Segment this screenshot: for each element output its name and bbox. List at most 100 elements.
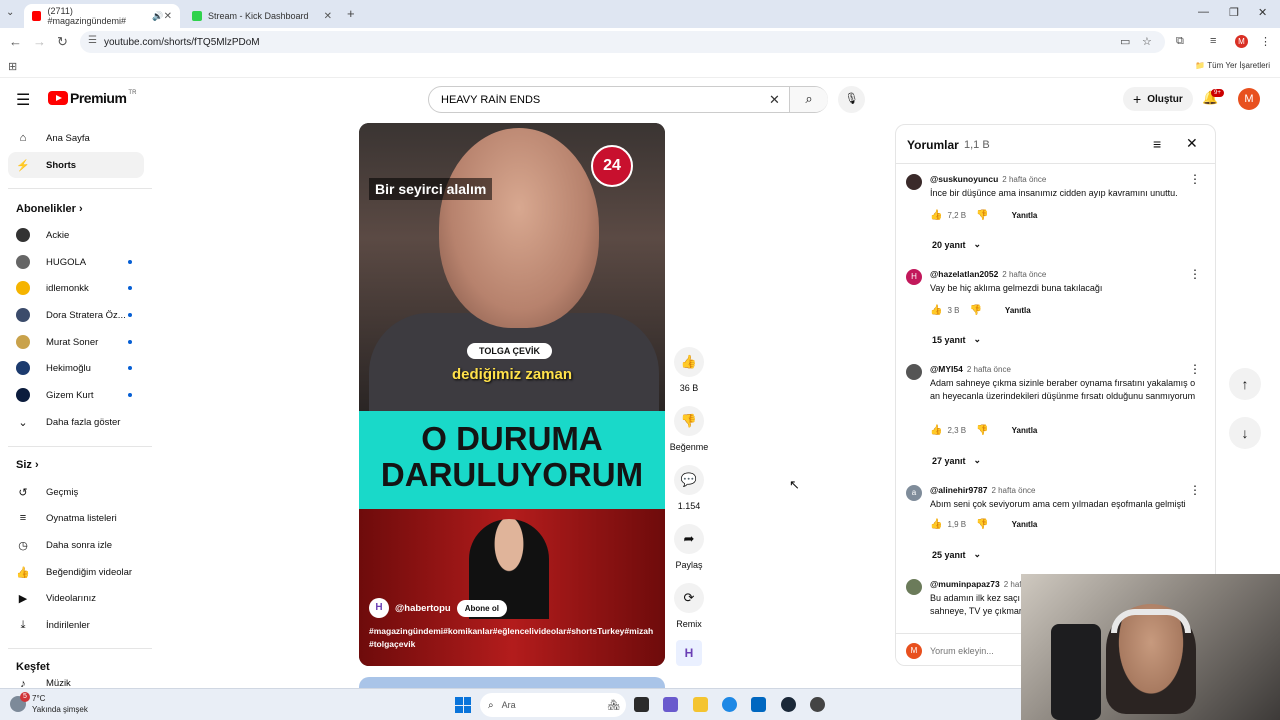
view-replies-button[interactable]: 20 yanıt ⌄ — [932, 239, 981, 250]
next-short-button[interactable]: ↓ — [1229, 417, 1261, 449]
sidebar-item-history[interactable]: ↺ Geçmiş — [8, 479, 144, 505]
sidebar-item-subscription[interactable]: Dora Stratera Öz... — [8, 302, 144, 328]
extensions-icon[interactable]: ⧉ — [1176, 35, 1184, 48]
minimize-icon[interactable]: — — [1198, 6, 1209, 18]
menu-icon[interactable]: ☰ — [16, 90, 30, 110]
commenter-avatar[interactable]: a — [906, 485, 922, 501]
thumbs-down-icon[interactable]: 👎 — [976, 425, 988, 436]
clear-search-icon[interactable]: ✕ — [769, 92, 780, 108]
sidebar-item-subscription[interactable]: Hekimoğlu — [8, 355, 144, 381]
you-heading[interactable]: Siz › — [16, 459, 39, 471]
comment-menu-icon[interactable]: ⋮ — [1189, 172, 1201, 186]
thumbs-up-icon[interactable]: 👍 — [930, 519, 942, 530]
window-close-icon[interactable]: ✕ — [1258, 6, 1267, 19]
reload-icon[interactable]: ↻ — [57, 34, 68, 50]
widgets-app-icon[interactable] — [663, 697, 678, 712]
sound-thumbnail[interactable]: H — [668, 640, 710, 666]
back-icon[interactable]: ← — [9, 34, 22, 49]
start-button[interactable] — [455, 697, 471, 713]
tab-search-icon[interactable]: ⌄ — [6, 7, 14, 18]
sidebar-item-your-videos[interactable]: ▶ Videolarınız — [8, 585, 144, 611]
sidebar-item-music[interactable]: ♪ Müzik — [8, 678, 144, 688]
sidebar-item-watch-later[interactable]: ◷ Daha sonra izle — [8, 532, 144, 558]
comment-menu-icon[interactable]: ⋮ — [1189, 483, 1201, 497]
new-tab-icon[interactable]: + — [347, 6, 355, 21]
sidebar-item-home[interactable]: ⌂ Ana Sayfa — [8, 125, 144, 151]
close-tab-icon[interactable]: ✕ — [324, 11, 332, 22]
subscriptions-heading[interactable]: Abonelikler › — [16, 203, 83, 215]
shorts-video-player[interactable]: Bir seyirci alalım 24 TOLGA ÇEVİK dediği… — [359, 123, 665, 666]
sidebar-item-subscription[interactable]: Murat Soner — [8, 329, 144, 355]
previous-short-button[interactable]: ↑ — [1229, 368, 1261, 400]
view-replies-button[interactable]: 25 yanıt ⌄ — [932, 549, 981, 560]
search-button[interactable]: ⌕ — [789, 87, 828, 112]
view-replies-button[interactable]: 15 yanıt ⌄ — [932, 334, 981, 345]
reply-button[interactable]: Yanıtla — [1005, 306, 1031, 315]
browser-tab-kick[interactable]: Stream - Kick Dashboard ✕ — [184, 4, 340, 28]
reply-button[interactable]: Yanıtla — [1012, 426, 1038, 435]
like-button[interactable]: 👍 36 B — [668, 347, 710, 393]
comment-menu-icon[interactable]: ⋮ — [1189, 267, 1201, 281]
taskbar-search[interactable]: ⌕ Ara 🏘 — [480, 693, 626, 717]
comment-author[interactable]: @hazelatlan2052 2 hafta önce — [930, 269, 1046, 279]
view-replies-button[interactable]: 27 yanıt ⌄ — [932, 455, 981, 466]
apps-grid-icon[interactable]: ⊞ — [8, 60, 17, 73]
commenter-avatar[interactable] — [906, 579, 922, 595]
commenter-avatar[interactable] — [906, 174, 922, 190]
thumbs-down-icon[interactable]: 👎 — [976, 519, 988, 530]
edge-browser-icon[interactable] — [722, 697, 737, 712]
sidebar-item-liked-videos[interactable]: 👍 Beğendiğim videolar — [8, 559, 144, 585]
obs-icon[interactable] — [810, 697, 825, 712]
remix-button[interactable]: ⟳ Remix — [668, 583, 710, 629]
close-tab-icon[interactable]: ✕ — [164, 11, 172, 22]
voice-search-button[interactable]: 🎙 — [838, 86, 865, 113]
store-icon[interactable] — [751, 697, 766, 712]
youtube-premium-logo[interactable]: Premium TR — [48, 90, 136, 106]
subscribe-button[interactable]: Abone ol — [456, 599, 507, 617]
create-button[interactable]: + Oluştur — [1123, 87, 1193, 111]
account-avatar[interactable]: M — [1238, 88, 1260, 110]
thumbs-down-icon[interactable]: 👎 — [969, 305, 981, 316]
thumbs-up-icon[interactable]: 👍 — [930, 305, 942, 316]
browser-menu-icon[interactable]: ⋮ — [1260, 35, 1271, 48]
browser-profile-avatar[interactable]: M — [1235, 35, 1248, 48]
sort-icon[interactable]: ≡ — [1153, 136, 1161, 152]
share-button[interactable]: ➦ Paylaş — [668, 524, 710, 570]
sidebar-item-subscription[interactable]: Gizem Kurt — [8, 382, 144, 408]
show-more-button[interactable]: ⌄ Daha fazla göster — [8, 409, 144, 435]
reply-button[interactable]: Yanıtla — [1012, 520, 1038, 529]
weather-widget[interactable]: 5 7°C Yakında şimşek — [10, 692, 88, 715]
search-input[interactable] — [441, 94, 761, 106]
channel-avatar[interactable]: H — [369, 598, 389, 618]
comment-menu-icon[interactable]: ⋮ — [1189, 362, 1201, 376]
comments-button[interactable]: 💬 1.154 — [668, 465, 710, 511]
close-comments-icon[interactable]: ✕ — [1186, 135, 1198, 152]
comment-author[interactable]: @muminpapaz73 2 haft — [930, 579, 1024, 589]
address-bar[interactable]: ☰ youtube.com/shorts/fTQ5MlzPDoM — [80, 31, 1165, 53]
comment-author[interactable]: @alinehir9787 2 hafta önce — [930, 485, 1035, 495]
reply-button[interactable]: Yanıtla — [1012, 211, 1038, 220]
restore-icon[interactable]: ❐ — [1229, 6, 1239, 19]
all-bookmarks[interactable]: 📁 Tüm Yer İşaretleri — [1195, 61, 1270, 70]
bookmark-star-icon[interactable]: ☆ — [1142, 35, 1152, 48]
comment-author[interactable]: @suskunoyuncu 2 hafta önce — [930, 174, 1046, 184]
commenter-avatar[interactable]: H — [906, 269, 922, 285]
media-queue-icon[interactable]: ≡ — [1210, 35, 1216, 47]
sidebar-item-subscription[interactable]: HUGOLA — [8, 249, 144, 275]
video-hashtags[interactable]: #magazingündemi#komikanlar#eğlencelivide… — [369, 625, 659, 651]
channel-name[interactable]: @habertopu — [395, 603, 451, 614]
thumbs-up-icon[interactable]: 👍 — [930, 425, 942, 436]
steam-icon[interactable] — [781, 697, 796, 712]
thumbs-down-icon[interactable]: 👎 — [976, 210, 988, 221]
dislike-button[interactable]: 👎 Beğenme — [668, 406, 710, 452]
site-info-icon[interactable]: ☰ — [88, 35, 97, 46]
sidebar-item-subscription[interactable]: idlemonkk — [8, 275, 144, 301]
file-explorer-icon[interactable] — [693, 697, 708, 712]
commenter-avatar[interactable] — [906, 364, 922, 380]
cast-icon[interactable]: ▭ — [1120, 35, 1130, 48]
sidebar-item-playlists[interactable]: ≡ Oynatma listeleri — [8, 505, 144, 531]
sidebar-item-shorts[interactable]: ⚡ Shorts — [8, 152, 144, 178]
thumbs-up-icon[interactable]: 👍 — [930, 210, 942, 221]
browser-tab-youtube[interactable]: (2711) #magazingündemi# 🔊 ✕ — [24, 4, 180, 28]
forward-icon[interactable]: → — [33, 34, 46, 49]
